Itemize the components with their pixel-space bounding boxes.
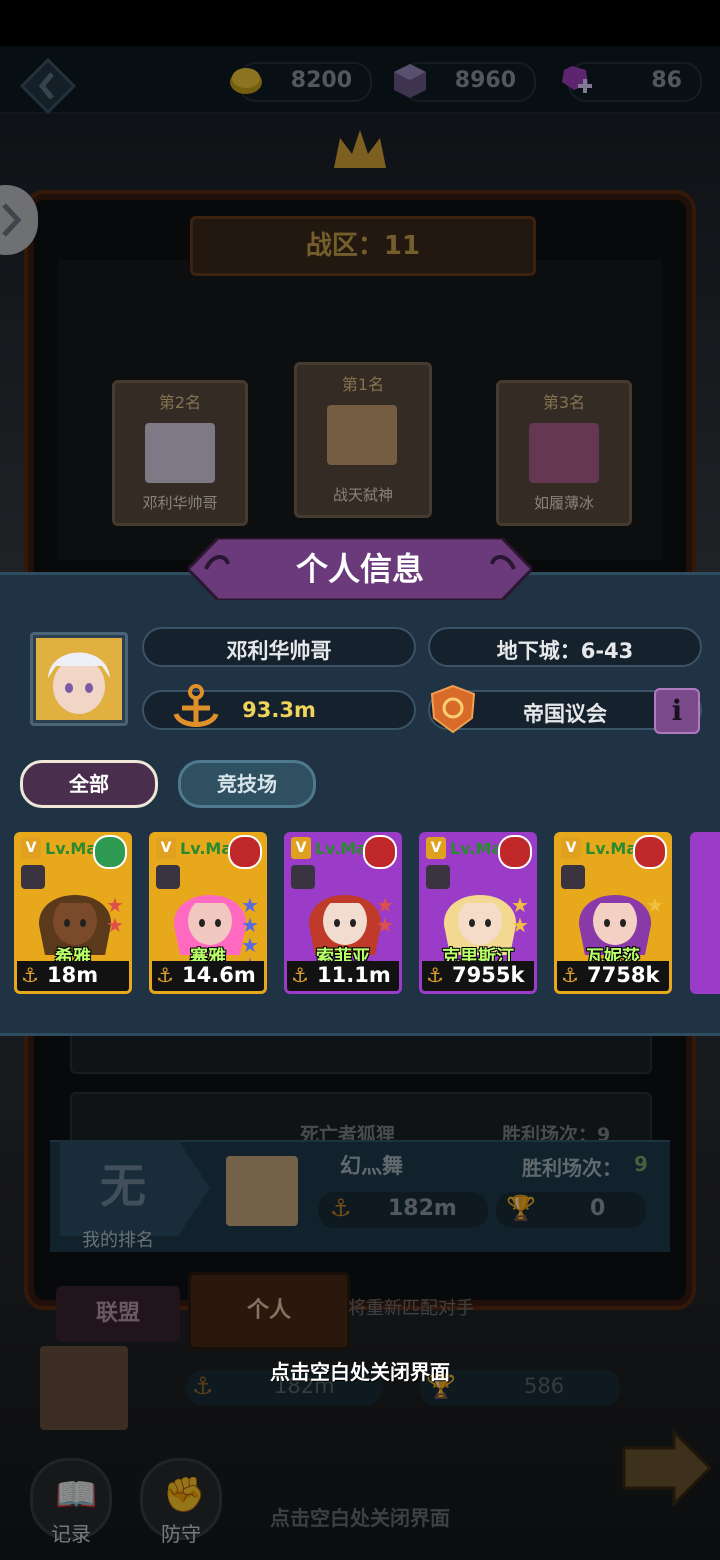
anchor-icon: ⚓ [21, 963, 39, 987]
player-avatar [30, 632, 128, 726]
hero-power: 18m [47, 963, 99, 987]
star-icon: ★ [241, 913, 259, 937]
star-icon: ★ [646, 893, 664, 917]
guild-emblem-icon [430, 684, 476, 734]
hero-power: 7955k [452, 963, 525, 987]
hero-card[interactable]: VLv.Max塞雅★★★★⚓14.6m [149, 832, 267, 994]
vip-badge-icon: V [291, 837, 311, 859]
vip-badge-icon: V [561, 837, 581, 859]
anchor-power-icon [173, 684, 219, 727]
anchor-icon: ⚓ [426, 963, 444, 987]
player-portrait [36, 638, 122, 720]
filter-arena-button[interactable]: 竞技场 [178, 760, 316, 808]
hero-power-bar: ⚓ 14.6m [152, 961, 264, 991]
anchor-icon: ⚓ [291, 963, 309, 987]
anchor-icon: ⚓ [561, 963, 579, 987]
vip-badge-icon: V [21, 837, 41, 859]
close-hint[interactable]: 点击空白处关闭界面 [0, 1356, 720, 1385]
dungeon-field: 地下城：6-43 [428, 627, 702, 667]
hero-power-bar: ⚓ 7955k [422, 961, 534, 991]
fire-element-icon [363, 835, 397, 869]
hero-power: 7758k [587, 963, 660, 987]
hero-card[interactable]: V Lv.Max 瓦妮莎 ★ ⚓ 7758k [554, 832, 672, 994]
star-icon: ★ [106, 913, 124, 937]
panel-title: 个人信息 [295, 550, 424, 588]
fire-element-icon [633, 835, 667, 869]
player-name: 邓利华帅哥 [226, 639, 332, 663]
filter-all-button[interactable]: 全部 [20, 760, 158, 808]
hero-card[interactable]: V Lv.Max 希雅 ★ ★ ⚓ 18m [14, 832, 132, 994]
hero-power-bar: ⚓ 11.1m [287, 961, 399, 991]
star-icon: ★ [106, 893, 124, 917]
hero-stars: ★ ★ [375, 895, 397, 935]
hero-card-partial[interactable] [690, 832, 720, 994]
hero-power-bar: ⚓ 7758k [557, 961, 669, 991]
info-icon: i [671, 694, 683, 727]
guild-info-button[interactable]: i [654, 688, 700, 734]
hero-stars: ★ ★ [105, 895, 127, 935]
vip-badge-icon: V [156, 837, 176, 859]
anchor-icon: ⚓ [156, 963, 174, 987]
hero-power: 14.6m [182, 963, 256, 987]
hero-stars: ★ ★ [510, 895, 532, 935]
hero-card[interactable]: V Lv.Max 索菲亚 ★ ★ ⚓ 11.1m [284, 832, 402, 994]
wind-element-icon [93, 835, 127, 869]
star-icon: ★ [376, 913, 394, 937]
star-icon: ★ [241, 933, 259, 957]
hero-power: 11.1m [317, 963, 391, 987]
hero-card[interactable]: V Lv.Max 克里斯汀 ★ ★ ⚓ 7955k [419, 832, 537, 994]
fire-element-icon [228, 835, 262, 869]
panel-title-banner: 个人信息 [188, 538, 532, 600]
star-icon: ★ [241, 893, 259, 917]
player-name-field: 邓利华帅哥 [142, 627, 416, 667]
vip-badge-icon: V [426, 837, 446, 859]
hero-power-bar: ⚓ 18m [17, 961, 129, 991]
star-icon: ★ [376, 893, 394, 917]
hero-stars: ★ [645, 895, 667, 915]
star-icon: ★ [511, 913, 529, 937]
fire-element-icon [498, 835, 532, 869]
dungeon-progress: 地下城：6-43 [496, 639, 634, 663]
star-icon: ★ [511, 893, 529, 917]
